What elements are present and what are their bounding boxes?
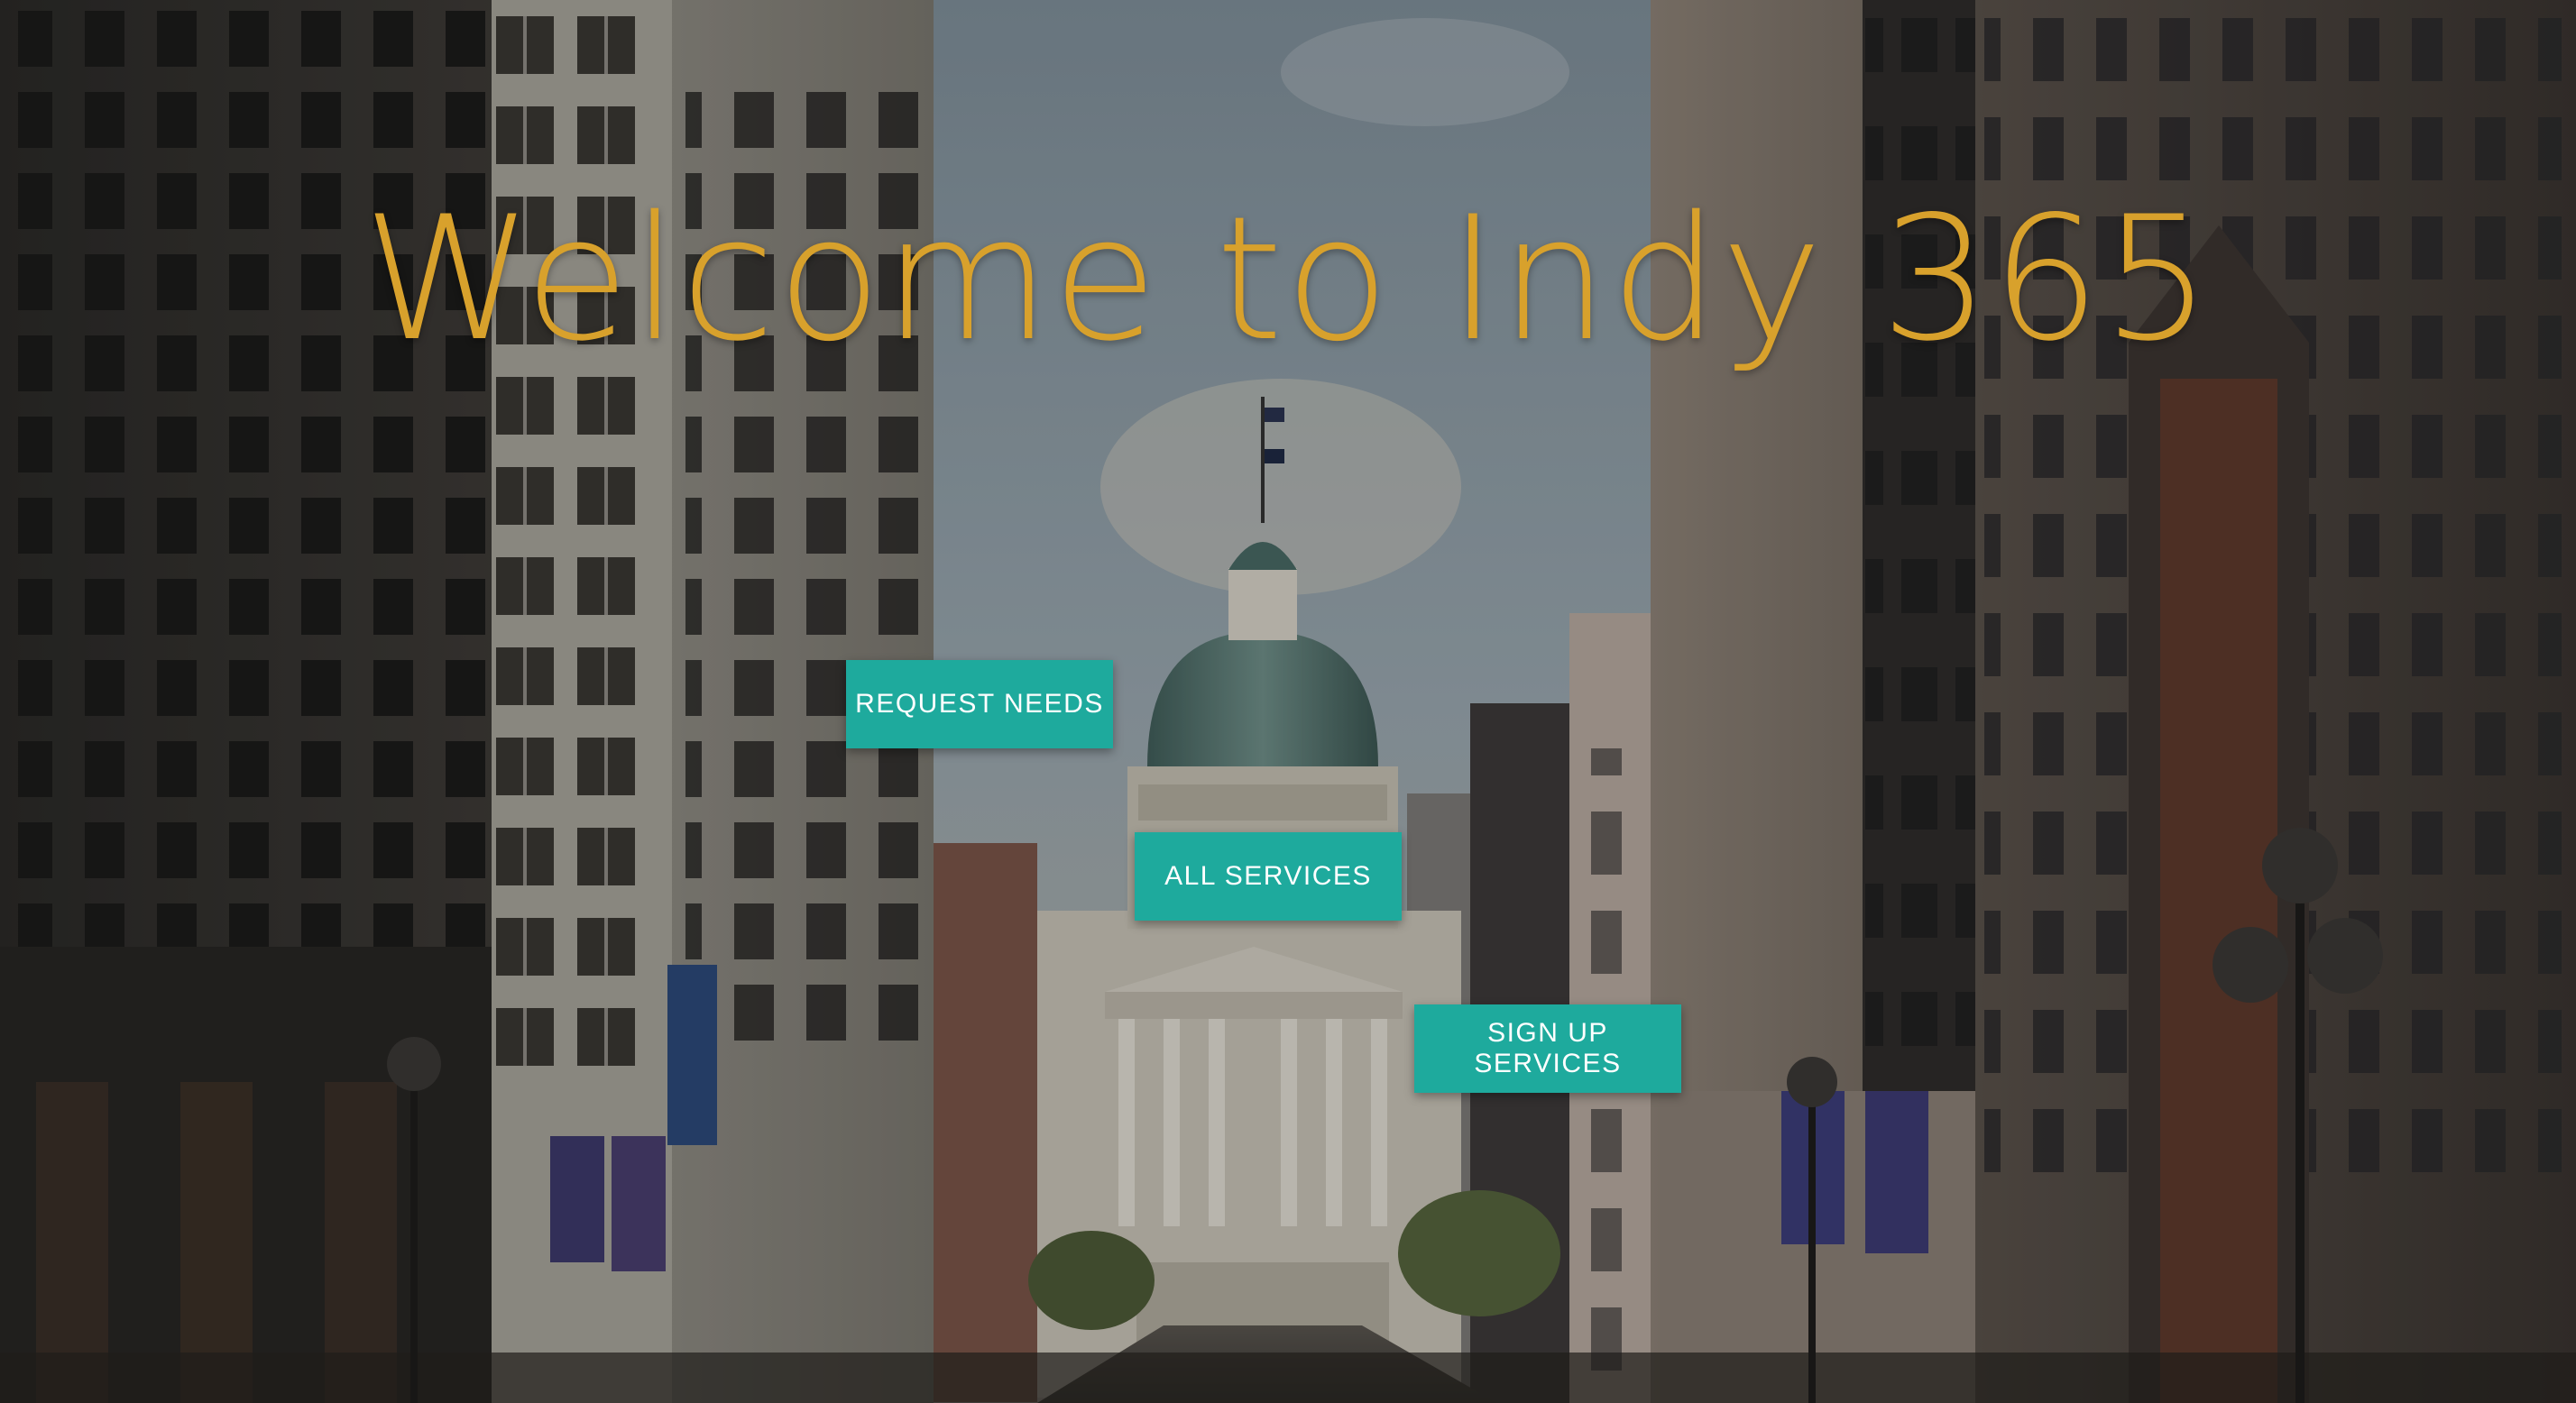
all-services-button[interactable]: ALL SERVICES	[1135, 832, 1402, 921]
request-needs-button[interactable]: REQUEST NEEDS	[846, 660, 1113, 748]
sign-up-services-button[interactable]: SIGN UP SERVICES	[1414, 1004, 1681, 1093]
hero-title: Welcome to Indy 365	[363, 179, 2213, 379]
